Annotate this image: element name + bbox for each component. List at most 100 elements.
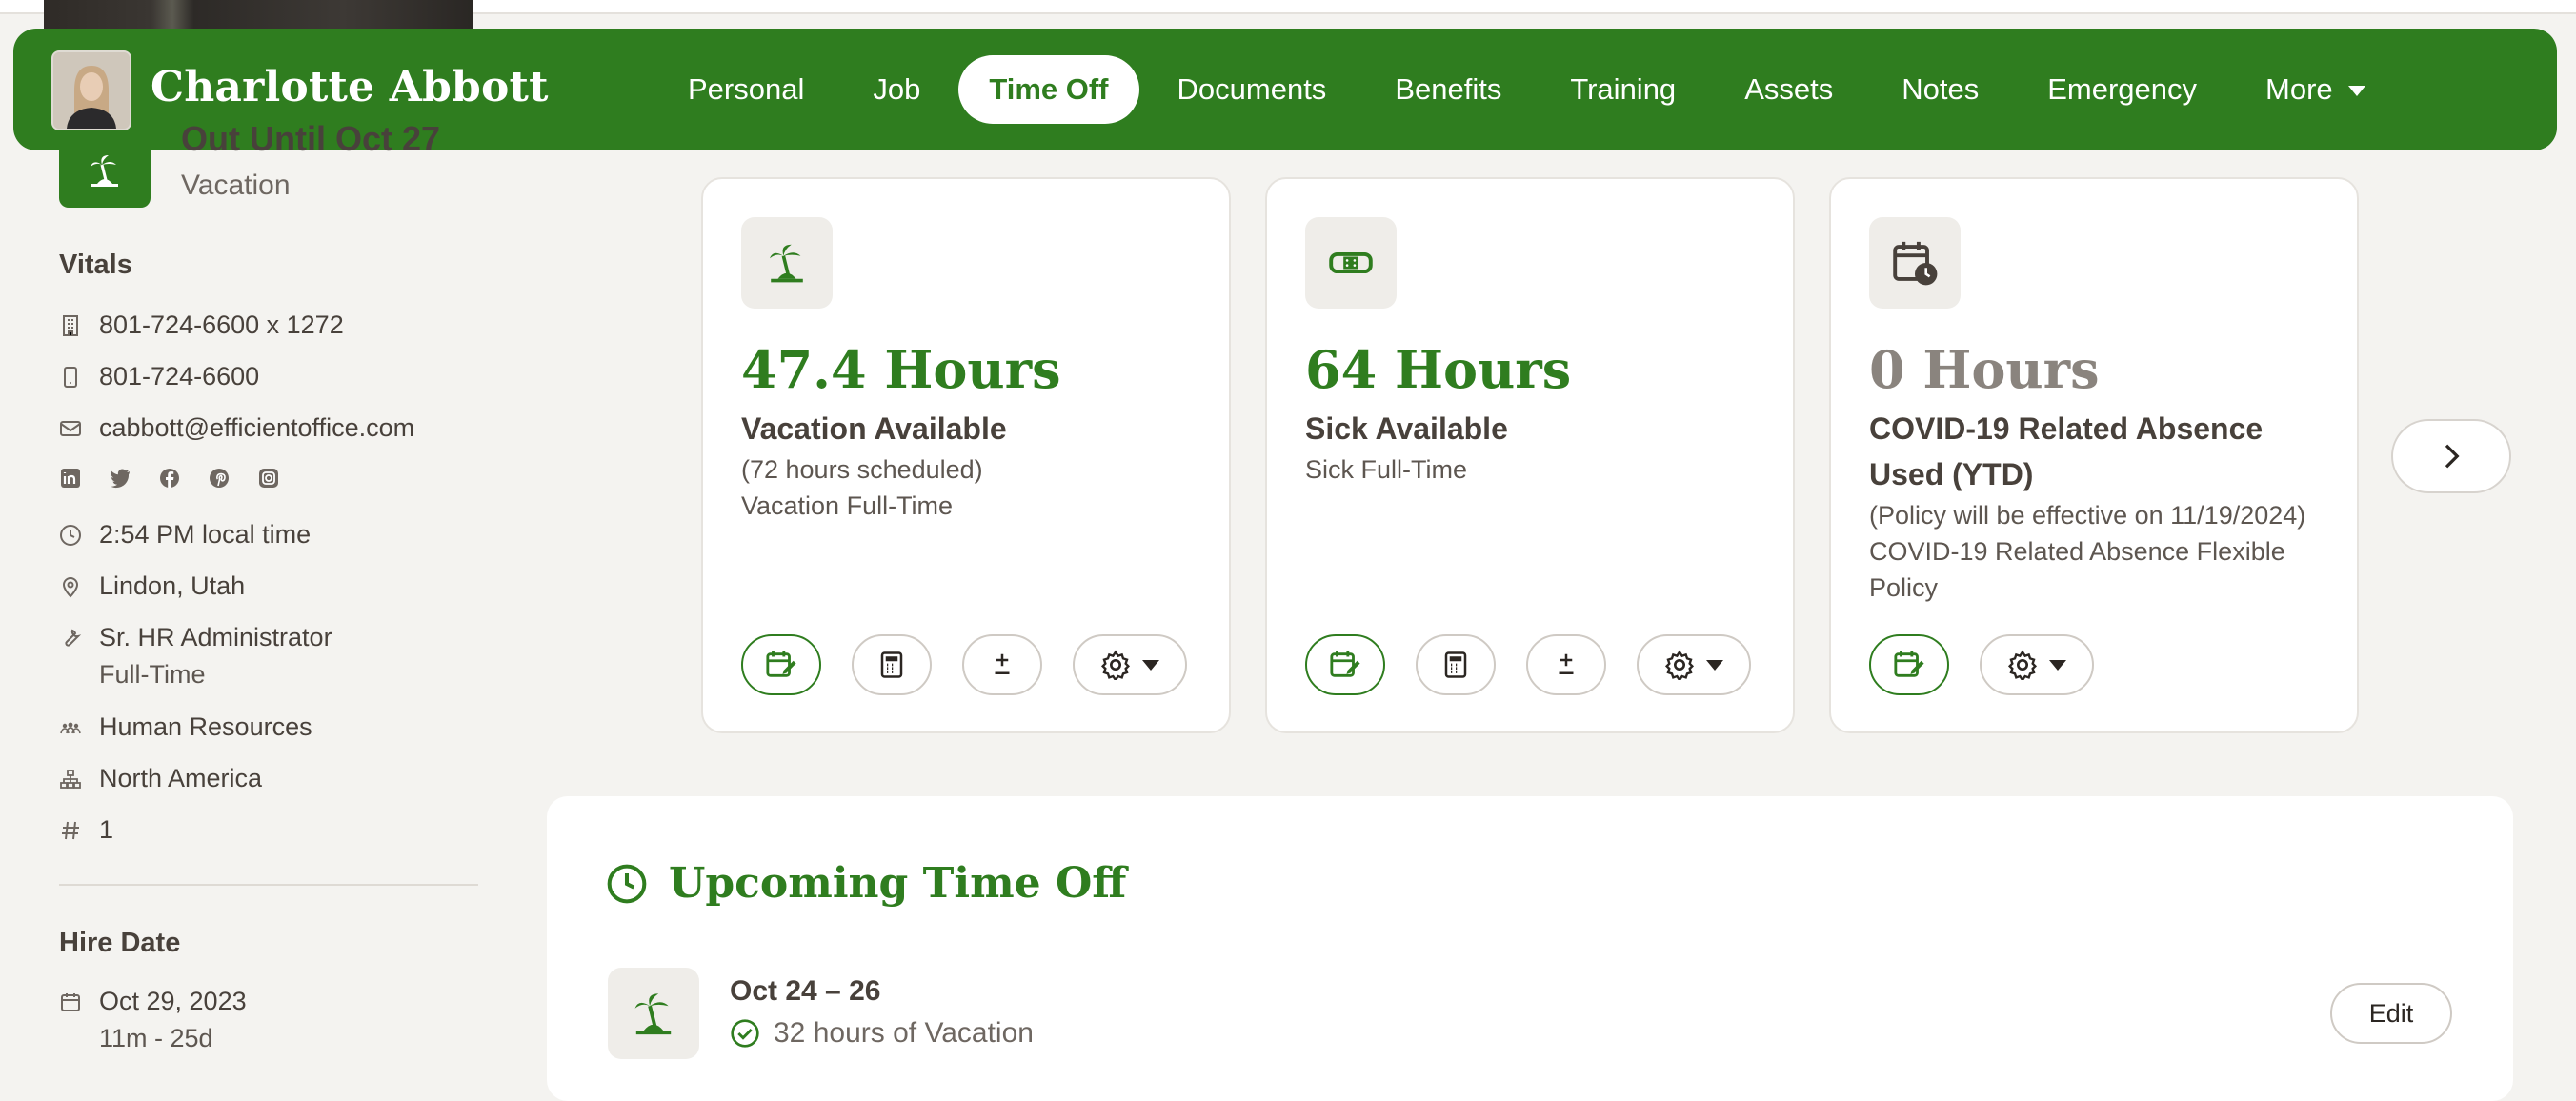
vacation-hours: 47.4 Hours [741,339,1061,400]
request-detail: 32 hours of Vacation [730,1017,1034,1050]
avatar[interactable] [51,50,131,130]
calculator-button[interactable] [852,634,932,695]
org-chart-icon [60,770,81,789]
upcoming-time-off-panel: Upcoming Time Off Oct 24 – 26 32 hours o… [547,796,2513,1101]
vital-job-title: Sr. HR Administrator Full-Time [59,623,332,690]
chevron-down-icon [2347,86,2365,97]
vital-department: Human Resources [59,712,312,742]
linkedin-icon[interactable] [59,467,82,490]
covid-hours: 0 Hours [1869,339,2100,400]
sick-actions [1305,634,1751,695]
covid-type: COVID-19 Related Absence Used (YTD) [1869,411,2264,491]
clock-icon [607,864,647,904]
adjust-balance-button[interactable] [962,634,1042,695]
adjust-balance-button[interactable] [1526,634,1606,695]
tab-more[interactable]: More [2235,55,2396,124]
check-circle-icon [731,1019,759,1048]
department-text: Human Resources [99,712,312,741]
sick-hours: 64 Hours [1305,339,1572,400]
cover-photo [44,0,473,32]
people-icon [60,722,81,734]
tab-personal[interactable]: Personal [657,55,835,124]
request-time-off-button[interactable] [741,634,821,695]
calculator-icon [1444,651,1467,678]
covid-balance-card: 0 Hours COVID-19 Related Absence Used (Y… [1829,177,2359,733]
vacation-policy: Vacation Full-Time [741,491,954,520]
gear-icon [1100,650,1131,680]
vital-division: North America [59,764,262,793]
mobile-phone-text[interactable]: 801-724-6600 [99,362,259,391]
tab-benefits[interactable]: Benefits [1364,55,1532,124]
settings-dropdown[interactable] [1637,634,1751,695]
sick-type: Sick Available [1305,411,1508,446]
tab-assets[interactable]: Assets [1714,55,1863,124]
pinterest-icon[interactable] [208,467,231,490]
sick-balance-card: 64 Hours Sick Available Sick Full-Time [1265,177,1795,733]
request-detail-text: 32 hours of Vacation [774,1017,1034,1049]
card-icon-wrapper [741,217,833,309]
twitter-icon[interactable] [109,467,131,490]
hire-date-block: Oct 29, 2023 11m - 25d [99,987,247,1053]
gear-icon [1664,650,1695,680]
ooo-status-subtitle: Vacation [181,170,291,201]
card-icon-wrapper [1869,217,1961,309]
vacation-scheduled: (72 hours scheduled) [741,455,983,484]
plus-minus-icon [1559,653,1574,674]
vital-hire-date: Oct 29, 2023 11m - 25d [59,987,247,1053]
facebook-icon[interactable] [158,467,181,490]
request-time-off-button[interactable] [1305,634,1385,695]
employment-type-text: Full-Time [99,660,206,689]
covid-policy: COVID-19 Related Absence Flexible Policy [1869,537,2285,602]
tenure-text: 11m - 25d [99,1024,213,1052]
request-icon-wrapper [608,968,699,1059]
envelope-icon [60,421,81,436]
instagram-icon[interactable] [257,467,280,490]
tab-training[interactable]: Training [1540,55,1706,124]
vacation-actions [741,634,1187,695]
work-phone-text[interactable]: 801-724-6600 x 1272 [99,310,344,340]
calendar-clock-icon [1893,241,1938,286]
social-links [59,467,280,490]
vital-location: Lindon, Utah [59,571,245,601]
next-cards-button[interactable] [2391,419,2511,493]
job-title-block: Sr. HR Administrator Full-Time [99,623,332,690]
chevron-down-icon [2049,659,2066,671]
ooo-status-title: Out Until Oct 27 [181,119,441,158]
hash-icon [62,821,79,840]
sick-policy: Sick Full-Time [1305,455,1468,484]
tab-time-off[interactable]: Time Off [958,55,1139,124]
calculator-button[interactable] [1416,634,1496,695]
calendar-edit-icon [766,651,796,677]
email-text[interactable]: cabbott@efficientoffice.com [99,413,414,443]
tab-more-label: More [2265,72,2333,106]
tab-emergency[interactable]: Emergency [2017,55,2227,124]
clock-icon [60,525,81,546]
out-of-office-badge [59,133,151,208]
tab-job[interactable]: Job [842,55,951,124]
vital-local-time: 2:54 PM local time [59,520,311,550]
employee-number-text: 1 [99,815,114,844]
calculator-icon [880,651,903,678]
edit-request-button[interactable]: Edit [2330,983,2452,1044]
sidebar-divider [59,884,478,886]
request-time-off-button[interactable] [1869,634,1949,695]
job-title-text: Sr. HR Administrator [99,623,332,651]
location-text: Lindon, Utah [99,571,246,600]
calendar-edit-icon [1330,651,1360,677]
covid-actions [1869,634,2094,695]
palm-tree-icon [634,993,672,1035]
mobile-phone-icon [64,367,77,388]
vitals-heading: Vitals [59,250,132,280]
building-icon [63,315,78,336]
vital-employee-number: 1 [59,815,113,845]
tab-documents[interactable]: Documents [1147,55,1358,124]
settings-dropdown[interactable] [1980,634,2094,695]
request-date: Oct 24 – 26 [730,975,881,1007]
card-icon-wrapper [1305,217,1397,309]
palm-tree-icon [770,244,803,283]
vital-mobile-phone: 801-724-6600 [59,362,259,391]
tab-notes[interactable]: Notes [1871,55,2009,124]
vacation-type: Vacation Available [741,411,1007,446]
local-time-text: 2:54 PM local time [99,520,312,549]
settings-dropdown[interactable] [1073,634,1187,695]
